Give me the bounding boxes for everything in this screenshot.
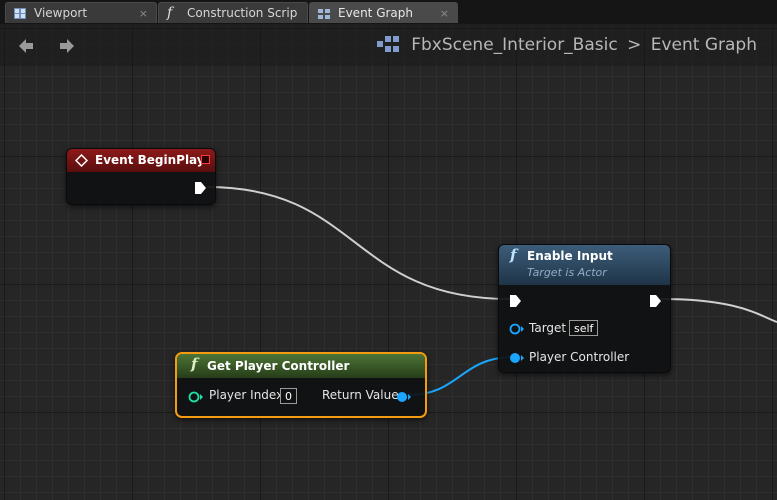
breadcrumb-blueprint[interactable]: FbxScene_Interior_Basic — [411, 35, 617, 55]
player-index-label: Player Index — [209, 388, 284, 402]
function-icon: f — [191, 355, 198, 373]
exec-in-pin[interactable] — [509, 294, 522, 308]
target-value[interactable]: self — [569, 320, 599, 336]
close-icon[interactable]: × — [139, 3, 148, 23]
tab-label: Viewport — [34, 6, 88, 20]
target-label: Target — [529, 321, 567, 335]
player-index-pin[interactable] — [188, 391, 204, 403]
tab-event-graph[interactable]: Event Graph × — [309, 2, 458, 23]
exec-out-pin[interactable] — [649, 294, 662, 308]
viewport-icon — [14, 8, 26, 19]
event-diamond-icon — [75, 154, 88, 167]
node-header[interactable]: f Get Player Controller — [177, 354, 425, 378]
player-index-value[interactable]: 0 — [280, 388, 297, 404]
return-value-pin[interactable] — [396, 391, 412, 403]
node-title: Enable Input — [527, 249, 613, 263]
event-graph-icon — [318, 9, 330, 19]
breadcrumb: FbxScene_Interior_Basic > Event Graph — [377, 33, 757, 57]
close-icon[interactable]: × — [440, 3, 449, 23]
exec-out-pin[interactable] — [194, 181, 207, 195]
node-title: Get Player Controller — [207, 359, 350, 373]
node-subtitle: Target is Actor — [527, 266, 607, 279]
player-controller-pin[interactable] — [509, 352, 525, 364]
function-icon: f — [167, 5, 173, 21]
forward-arrow-icon[interactable] — [57, 36, 77, 56]
tab-label: Construction Scrip — [187, 6, 298, 20]
back-arrow-icon[interactable] — [16, 36, 36, 56]
node-header[interactable]: Event BeginPlay — [67, 149, 215, 172]
node-title: Event BeginPlay — [95, 153, 205, 167]
tab-bar: Viewport × f Construction Scrip Event Gr… — [0, 0, 777, 24]
delegate-pin-icon[interactable] — [201, 155, 210, 164]
player-controller-label: Player Controller — [529, 350, 630, 364]
tab-construction-script[interactable]: f Construction Scrip — [158, 2, 308, 23]
tab-label: Event Graph — [338, 6, 413, 20]
function-icon: f — [510, 246, 517, 264]
tab-viewport[interactable]: Viewport × — [5, 2, 157, 23]
breadcrumb-separator: > — [627, 35, 642, 55]
target-pin[interactable] — [509, 323, 525, 335]
event-begin-play-node[interactable]: Event BeginPlay — [66, 148, 216, 205]
breadcrumb-graph: Event Graph — [650, 35, 757, 55]
enable-input-node[interactable]: f Enable Input Target is Actor Target se… — [498, 244, 671, 373]
return-value-label: Return Value — [322, 388, 399, 402]
blueprint-icon — [377, 36, 400, 52]
node-header[interactable]: f Enable Input Target is Actor — [499, 245, 670, 285]
get-player-controller-node[interactable]: f Get Player Controller Player Index 0 R… — [175, 352, 427, 418]
